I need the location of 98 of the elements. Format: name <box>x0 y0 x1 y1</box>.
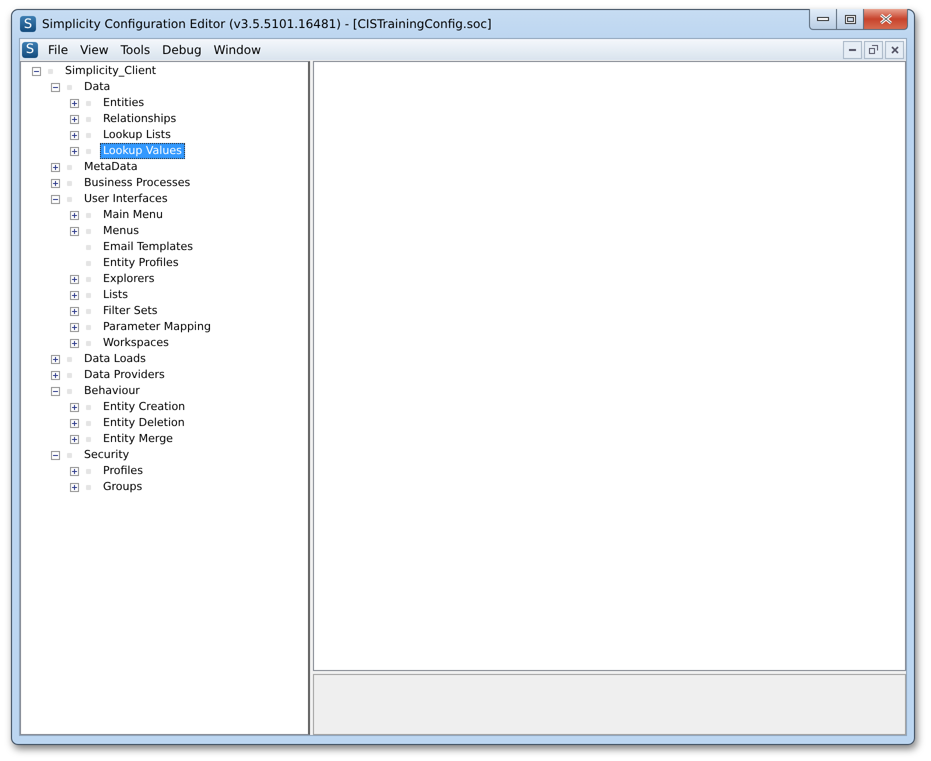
collapse-icon[interactable] <box>51 82 60 92</box>
menu-item[interactable]: Debug <box>156 40 208 58</box>
node-icon <box>86 308 91 314</box>
tree-item[interactable]: Profiles <box>100 463 146 479</box>
minimize-button[interactable] <box>843 40 862 58</box>
node-icon <box>67 372 72 378</box>
collapse-icon[interactable] <box>32 66 41 76</box>
tree-item[interactable]: Lists <box>100 287 131 303</box>
collapse-icon[interactable] <box>51 386 60 396</box>
close-icon <box>878 14 892 24</box>
expand-icon[interactable] <box>70 114 79 124</box>
close-icon <box>890 46 898 54</box>
expand-icon[interactable] <box>51 354 60 364</box>
minimize-button[interactable] <box>809 9 837 30</box>
node-icon <box>86 276 91 282</box>
tree-item[interactable]: Email Templates <box>100 239 196 255</box>
tree-item[interactable]: Data Loads <box>81 351 149 367</box>
window-title: Simplicity Configuration Editor (v3.5.5101.16481) - [CISTrainingConfig.soc] <box>42 17 492 31</box>
expand-icon[interactable] <box>70 402 79 412</box>
close-button[interactable] <box>864 9 908 30</box>
tree-item[interactable]: Relationships <box>100 111 180 127</box>
node-icon <box>67 180 72 186</box>
tree-item[interactable]: MetaData <box>81 159 141 175</box>
minimize-icon <box>817 16 829 22</box>
expand-icon[interactable] <box>70 322 79 332</box>
expand-icon[interactable] <box>70 146 79 156</box>
expand-icon[interactable] <box>51 370 60 380</box>
node-icon <box>86 212 91 218</box>
expand-icon[interactable] <box>51 178 60 188</box>
expand-icon[interactable] <box>51 162 60 172</box>
node-icon <box>86 484 91 490</box>
expand-icon[interactable] <box>70 434 79 444</box>
minimize-icon <box>849 48 856 51</box>
collapse-icon[interactable] <box>51 194 60 204</box>
tree-item[interactable]: Groups <box>100 479 146 495</box>
expand-icon[interactable] <box>70 274 79 284</box>
menu-item[interactable]: File <box>42 40 74 58</box>
expand-icon[interactable] <box>70 226 79 236</box>
tree-item[interactable]: Entities <box>100 95 148 111</box>
tree-item[interactable]: User Interfaces <box>81 191 171 207</box>
node-icon <box>86 404 91 410</box>
tree-item[interactable]: Main Menu <box>100 207 166 223</box>
tree-item[interactable]: Entity Creation <box>100 399 188 415</box>
node-icon <box>86 436 91 442</box>
tree-item[interactable]: Entity Merge <box>100 431 176 447</box>
maximize-icon <box>844 14 856 24</box>
node-icon <box>86 100 91 106</box>
tree-item[interactable]: Lookup Lists <box>100 127 174 143</box>
node-icon <box>48 68 53 74</box>
expand-icon[interactable] <box>70 130 79 140</box>
tree-item[interactable]: Simplicity_Client <box>62 63 160 79</box>
tree-item[interactable]: Parameter Mapping <box>100 319 214 335</box>
node-icon <box>86 292 91 298</box>
tree-item[interactable]: Data <box>81 79 114 95</box>
expand-icon[interactable] <box>70 98 79 108</box>
menu-item[interactable]: View <box>74 40 115 58</box>
node-icon <box>86 260 91 266</box>
node-icon <box>86 324 91 330</box>
node-icon <box>67 452 72 458</box>
node-icon <box>86 116 91 122</box>
expand-icon[interactable] <box>70 338 79 348</box>
expand-icon[interactable] <box>70 482 79 492</box>
menu-item[interactable]: Tools <box>114 40 156 58</box>
tree-item[interactable]: Behaviour <box>81 383 143 399</box>
node-icon <box>86 340 91 346</box>
tree-item[interactable]: Explorers <box>100 271 158 287</box>
app-logo: S <box>20 16 36 32</box>
document-logo: S <box>22 42 38 58</box>
expand-icon[interactable] <box>70 466 79 476</box>
tree-item[interactable]: Business Processes <box>81 175 194 191</box>
tree-item[interactable]: Menus <box>100 223 142 239</box>
tree-item[interactable]: Entity Deletion <box>100 415 188 431</box>
menu-item[interactable]: Window <box>208 40 267 58</box>
expand-icon[interactable] <box>70 418 79 428</box>
restore-icon <box>869 45 878 54</box>
restore-button[interactable] <box>864 40 883 58</box>
node-icon <box>67 196 72 202</box>
node-icon <box>86 244 91 250</box>
node-icon <box>67 164 72 170</box>
tree-item[interactable]: Workspaces <box>100 335 172 351</box>
tree-item[interactable]: Security <box>81 447 132 463</box>
tree-item[interactable]: Data Providers <box>81 367 168 383</box>
expand-icon[interactable] <box>70 210 79 220</box>
node-icon <box>86 132 91 138</box>
node-icon <box>67 356 72 362</box>
node-icon <box>67 84 72 90</box>
node-icon <box>86 228 91 234</box>
node-icon <box>86 420 91 426</box>
expand-icon[interactable] <box>70 290 79 300</box>
node-icon <box>86 468 91 474</box>
expand-icon[interactable] <box>70 306 79 316</box>
node-icon <box>86 148 91 154</box>
node-icon <box>67 388 72 394</box>
collapse-icon[interactable] <box>51 450 60 460</box>
tree-item[interactable]: Filter Sets <box>100 303 161 319</box>
tree-item[interactable]: Entity Profiles <box>100 255 182 271</box>
maximize-button[interactable] <box>837 9 864 30</box>
close-button[interactable] <box>885 40 904 58</box>
